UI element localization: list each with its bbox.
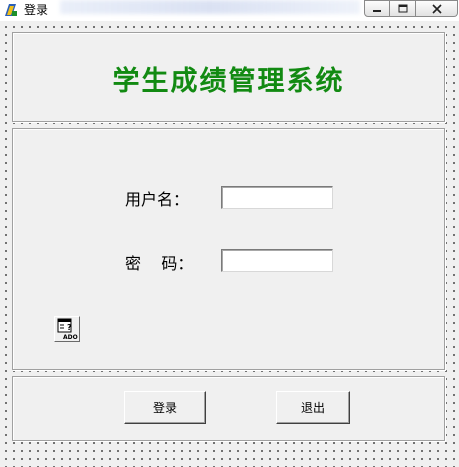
- svg-text:?: ?: [67, 323, 72, 332]
- ado-data-control-icon: ? ADO: [57, 318, 78, 341]
- button-frame: 登录 退出: [12, 376, 445, 441]
- login-frame: 用户名： 密 码： ? ADO: [12, 128, 445, 370]
- close-button[interactable]: [416, 0, 458, 17]
- ado-data-control[interactable]: ? ADO: [54, 316, 80, 342]
- minimize-button[interactable]: [364, 0, 390, 17]
- system-title: 学生成绩管理系统: [112, 66, 345, 97]
- window-title: 登录: [24, 3, 49, 17]
- app-icon: [5, 4, 17, 16]
- ado-caption: ADO: [63, 334, 78, 341]
- password-label: 密 码：: [125, 254, 194, 273]
- window-controls: [364, 0, 458, 19]
- title-bar-background: [60, 0, 360, 14]
- username-label: 用户名：: [125, 190, 190, 209]
- form-client-area: 学生成绩管理系统 用户名： 密 码： ? ADO 登录 退出: [0, 21, 459, 467]
- close-icon: [431, 3, 442, 14]
- login-button[interactable]: 登录: [124, 391, 206, 424]
- maximize-icon: [398, 4, 407, 12]
- maximize-button[interactable]: [390, 0, 416, 17]
- title-bar: 登录: [0, 0, 459, 21]
- exit-button[interactable]: 退出: [276, 391, 350, 424]
- password-input[interactable]: [221, 249, 333, 272]
- username-input[interactable]: [221, 186, 333, 209]
- minimize-icon: [373, 9, 381, 12]
- title-frame: 学生成绩管理系统: [12, 32, 445, 122]
